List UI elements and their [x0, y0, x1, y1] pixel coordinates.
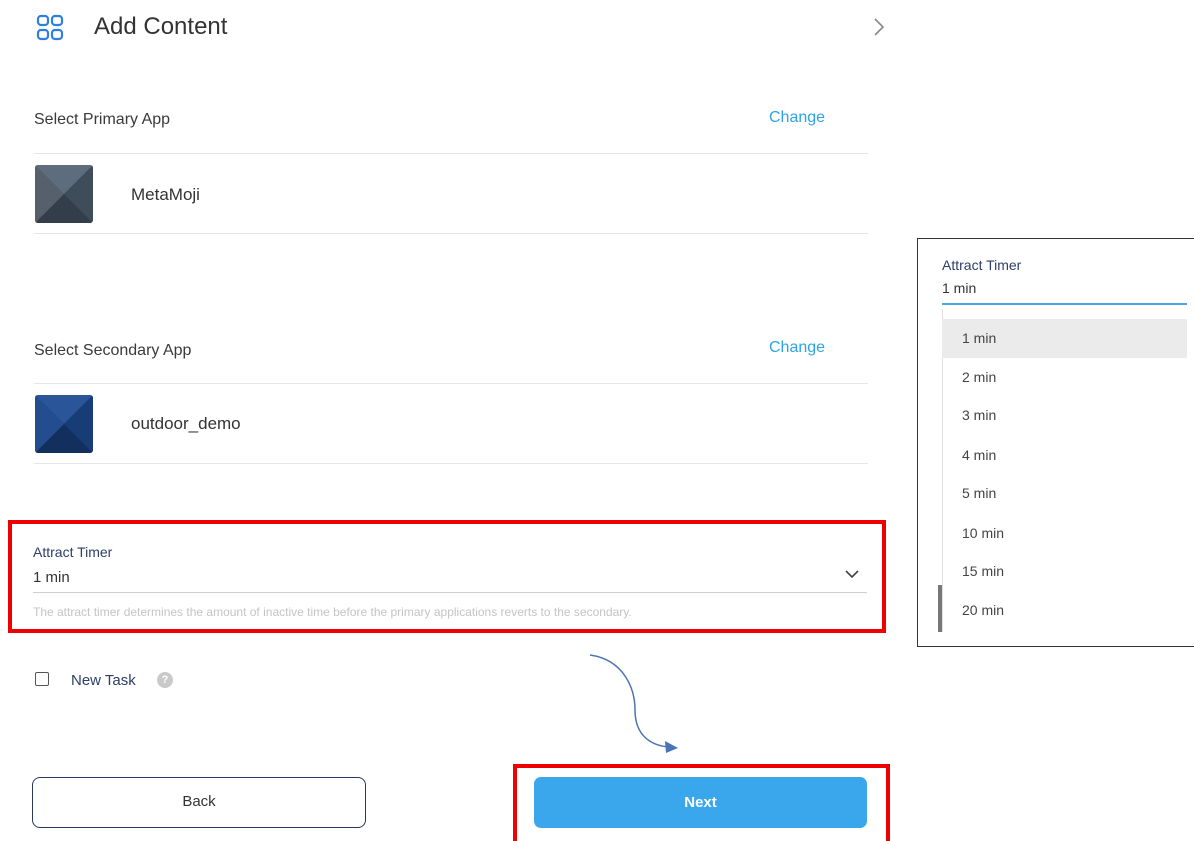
new-task-checkbox[interactable] — [35, 672, 49, 686]
dropdown-underline — [942, 303, 1187, 305]
divider — [34, 153, 868, 154]
primary-app-name: MetaMoji — [131, 185, 200, 204]
primary-app-thumbnail — [35, 165, 93, 223]
next-button[interactable]: Next — [534, 777, 867, 828]
secondary-app-thumbnail — [35, 395, 93, 453]
dropdown-option[interactable]: 10 min — [942, 514, 1187, 553]
divider — [34, 463, 868, 464]
annotation-arrow — [589, 654, 678, 753]
dropdown-value[interactable]: 1 min — [942, 280, 976, 296]
dropdown-option[interactable]: 3 min — [942, 396, 1187, 435]
change-secondary-app-link[interactable]: Change — [769, 339, 825, 357]
secondary-app-label: Select Secondary App — [34, 342, 192, 359]
dropdown-option[interactable]: 20 min — [942, 591, 1187, 630]
grid-icon — [36, 14, 64, 41]
secondary-app-name: outdoor_demo — [131, 414, 241, 433]
attract-timer-label: Attract Timer — [33, 544, 113, 560]
dropdown-option[interactable]: 4 min — [942, 436, 1187, 475]
attract-timer-value[interactable]: 1 min — [33, 569, 70, 586]
new-task-label[interactable]: New Task — [71, 672, 136, 689]
dropdown-option[interactable]: 1 min — [942, 319, 1187, 358]
help-icon[interactable]: ? — [157, 672, 173, 688]
dropdown-option[interactable]: 5 min — [942, 474, 1187, 513]
divider — [34, 383, 868, 384]
page-title: Add Content — [94, 13, 228, 40]
divider — [34, 233, 868, 234]
dropdown-option[interactable]: 15 min — [942, 552, 1187, 591]
chevron-right-icon[interactable] — [872, 14, 888, 40]
attract-timer-helper-text: The attract timer determines the amount … — [33, 605, 632, 619]
dropdown-label: Attract Timer — [942, 257, 1022, 273]
dropdown-option[interactable]: 2 min — [942, 358, 1187, 397]
primary-app-label: Select Primary App — [34, 111, 171, 128]
change-primary-app-link[interactable]: Change — [769, 109, 825, 127]
chevron-down-icon[interactable] — [844, 568, 860, 580]
attract-timer-underline — [33, 592, 867, 593]
back-button[interactable]: Back — [32, 777, 366, 828]
